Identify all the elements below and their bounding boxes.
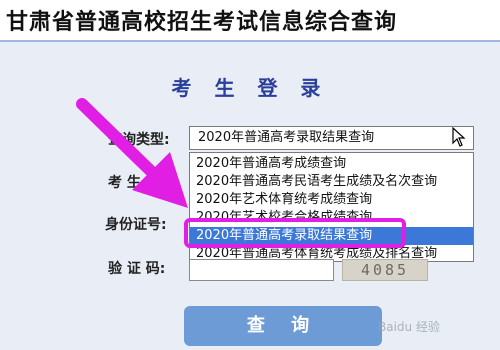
- page-header: 甘肃省普通高校招生考试信息综合查询: [0, 0, 500, 40]
- page-title: 甘肃省普通高校招生考试信息综合查询: [6, 10, 398, 35]
- dropdown-option[interactable]: 2020年普通高考民语考生成绩及名次查询: [190, 173, 473, 191]
- query-type-label: 查询类型:: [108, 132, 170, 148]
- form-title: 考 生 登 录: [171, 76, 329, 100]
- dropdown-option[interactable]: 2020年普通高考成绩查询: [190, 155, 473, 173]
- exam-number-label: 考 生 号:: [108, 175, 166, 191]
- query-type-select[interactable]: 2020年普通高考录取结果查询: [189, 126, 474, 150]
- captcha-label: 验 证 码:: [108, 261, 166, 277]
- annotation-highlight: [184, 218, 406, 248]
- captcha-input[interactable]: [189, 259, 334, 281]
- query-button[interactable]: 查 询: [184, 306, 382, 346]
- mouse-cursor-icon: [452, 127, 466, 147]
- captcha-image[interactable]: 4085: [342, 259, 428, 281]
- watermark-logo: Baidu 经验: [378, 320, 440, 334]
- dropdown-option[interactable]: 2020年艺术体育统考成绩查询: [190, 191, 473, 209]
- query-type-value: 2020年普通高考录取结果查询: [198, 130, 375, 145]
- id-number-label: 身份证号:: [105, 217, 167, 233]
